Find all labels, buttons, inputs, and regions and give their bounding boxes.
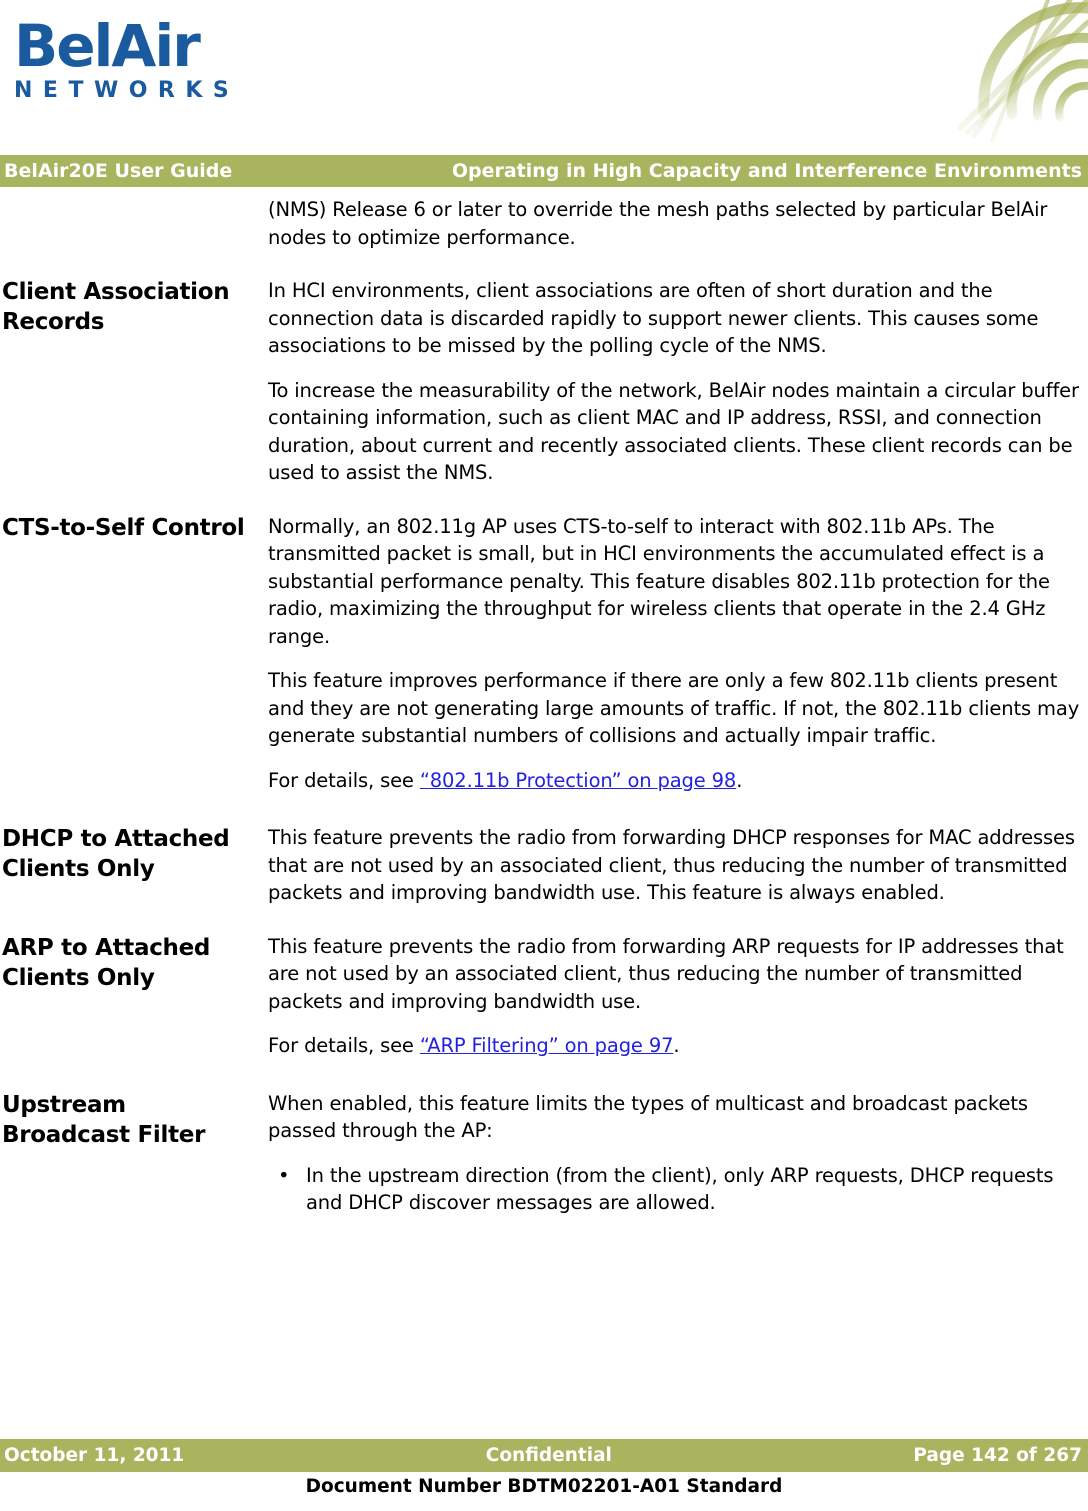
paragraph: To increase the measurability of the net… (268, 378, 1079, 485)
footer-page-number: Page 142 of 267 (913, 1444, 1082, 1466)
page-footer-bar: October 11, 2011 Confidential Page 142 o… (0, 1439, 1088, 1472)
section-dhcp-to-attached-clients-only: DHCP to Attached Clients Only This featu… (0, 824, 1088, 907)
xref-suffix: . (736, 768, 743, 792)
paragraph: (NMS) Release 6 or later to override the… (268, 198, 1048, 249)
radial-web-arc-graphic (920, 0, 1088, 142)
header-document-title: BelAir20E User Guide (4, 160, 233, 182)
body-column: When enabled, this feature limits the ty… (268, 1090, 1088, 1223)
section-intro-continuation: (NMS) Release 6 or later to override the… (0, 196, 1088, 251)
footer-classification: Confidential (485, 1444, 612, 1466)
xref-prefix: For details, see (268, 768, 420, 792)
body-column: In HCI environments, client associations… (268, 277, 1088, 487)
header-chapter-title: Operating in High Capacity and Interfere… (451, 160, 1082, 182)
side-heading: DHCP to Attached Clients Only (2, 826, 230, 882)
xref-link-802-11b-protection[interactable]: “802.11b Protection” on page 98 (420, 769, 737, 792)
paragraph: This feature prevents the radio from for… (268, 826, 1075, 904)
side-heading: ARP to Attached Clients Only (2, 934, 211, 991)
paragraph: This feature prevents the radio from for… (268, 934, 1064, 1013)
side-heading: CTS-to-Self Control (2, 514, 245, 541)
section-upstream-broadcast-filter: Upstream Broadcast Filter When enabled, … (0, 1090, 1088, 1223)
page-header-bar: BelAir20E User Guide Operating in High C… (0, 155, 1088, 187)
logo-subtext: NETWORKS (14, 78, 240, 103)
logo-wordmark: BelAir (14, 12, 201, 80)
paragraph: When enabled, this feature limits the ty… (268, 1091, 1028, 1143)
xref-link-arp-filtering[interactable]: “ARP Filtering” on page 97 (420, 1034, 674, 1057)
footer-date: October 11, 2011 (4, 1444, 185, 1466)
xref-suffix: . (673, 1034, 680, 1057)
cross-reference-line: For details, see “ARP Filtering” on page… (268, 1032, 1082, 1060)
paragraph: This feature improves performance if the… (268, 669, 1080, 747)
section-client-association-records: Client Association Records In HCI enviro… (0, 277, 1088, 487)
bullet-list: • In the upstream direction (from the cl… (268, 1162, 1082, 1217)
body-column: This feature prevents the radio from for… (268, 933, 1088, 1060)
cross-reference-line: For details, see “802.11b Protection” on… (268, 767, 1082, 795)
list-item: • In the upstream direction (from the cl… (268, 1162, 1082, 1217)
page-content: (NMS) Release 6 or later to override the… (0, 196, 1088, 1223)
section-cts-to-self-control: CTS-to-Self Control Normally, an 802.11g… (0, 513, 1088, 795)
body-column: (NMS) Release 6 or later to override the… (268, 196, 1088, 251)
paragraph: Normally, an 802.11g AP uses CTS-to-self… (268, 514, 1050, 648)
paragraph: In HCI environments, client associations… (268, 279, 1039, 357)
bullet-dot-icon: • (278, 1163, 290, 1187)
footer-document-number: Document Number BDTM02201-A01 Standard (305, 1476, 783, 1497)
body-column: Normally, an 802.11g AP uses CTS-to-self… (268, 513, 1088, 795)
side-heading: Upstream Broadcast Filter (2, 1091, 206, 1148)
body-column: This feature prevents the radio from for… (268, 824, 1088, 907)
list-item-label: In the upstream direction (from the clie… (306, 1163, 1054, 1215)
xref-prefix: For details, see (268, 1034, 420, 1057)
section-arp-to-attached-clients-only: ARP to Attached Clients Only This featur… (0, 933, 1088, 1060)
belair-logo: BelAir NETWORKS (14, 16, 274, 104)
side-heading: Client Association Records (2, 279, 230, 335)
